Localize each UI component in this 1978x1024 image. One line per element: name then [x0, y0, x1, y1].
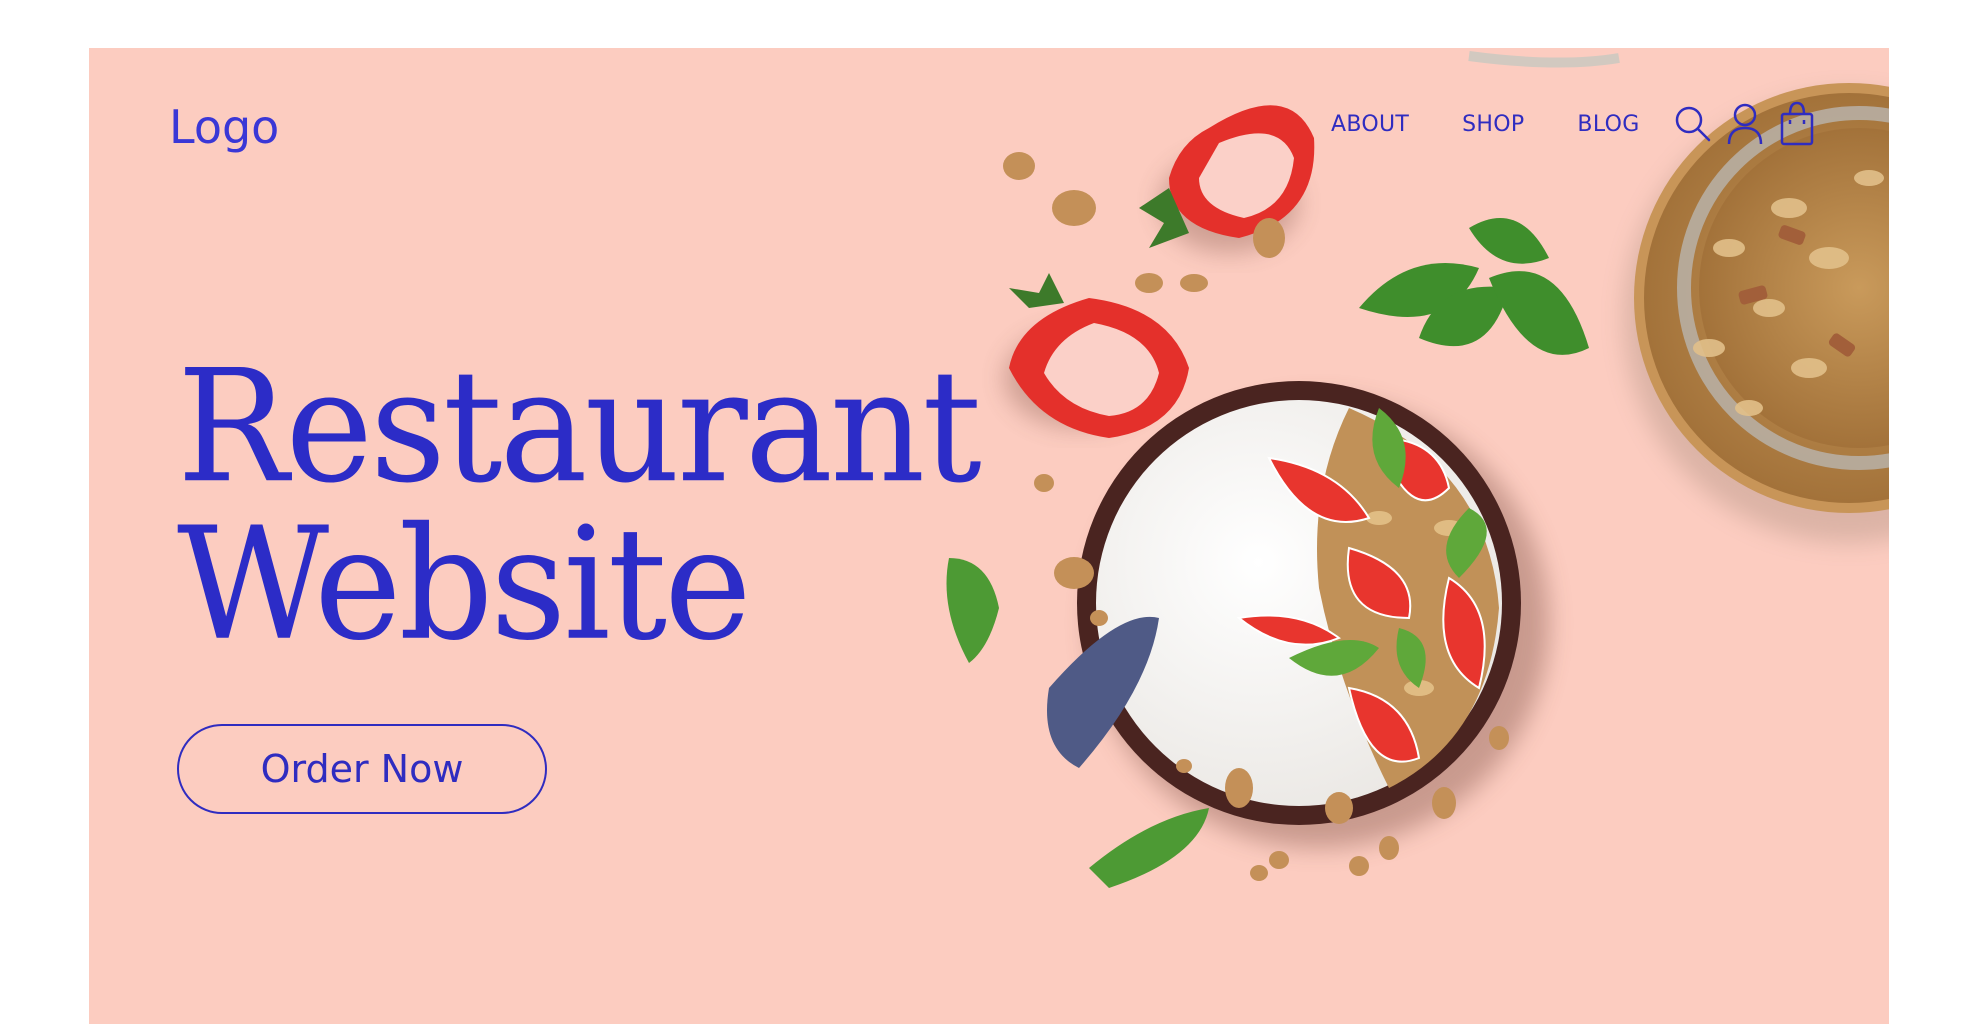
scattered-mint	[946, 558, 1209, 888]
strawberry-halves	[1004, 105, 1315, 438]
scattered-granola	[1003, 152, 1509, 881]
yogurt-bowl	[1077, 381, 1521, 825]
nav-blog[interactable]: BLOG	[1577, 112, 1639, 137]
nav-about[interactable]: ABOUT	[1331, 112, 1409, 137]
main-nav: ABOUT SHOP BLOG	[1331, 112, 1640, 137]
hero-title-line-1: Restaurant	[177, 336, 982, 518]
nav-shop[interactable]: SHOP	[1462, 112, 1524, 137]
order-now-button[interactable]: Order Now	[177, 724, 547, 814]
hero-title: Restaurant Website	[177, 336, 982, 675]
hero-section: Logo ABOUT SHOP BLOG Restaurant Website …	[89, 48, 1889, 1024]
logo[interactable]: Logo	[169, 100, 279, 154]
user-icon[interactable]	[1725, 100, 1765, 146]
search-icon[interactable]	[1673, 100, 1713, 146]
header-icons	[1673, 100, 1817, 146]
shopping-bag-icon[interactable]	[1777, 100, 1817, 146]
mint-sprig	[1359, 218, 1589, 355]
scattered-blueberry-skin	[1047, 616, 1159, 768]
hero-title-line-2: Website	[177, 493, 752, 675]
